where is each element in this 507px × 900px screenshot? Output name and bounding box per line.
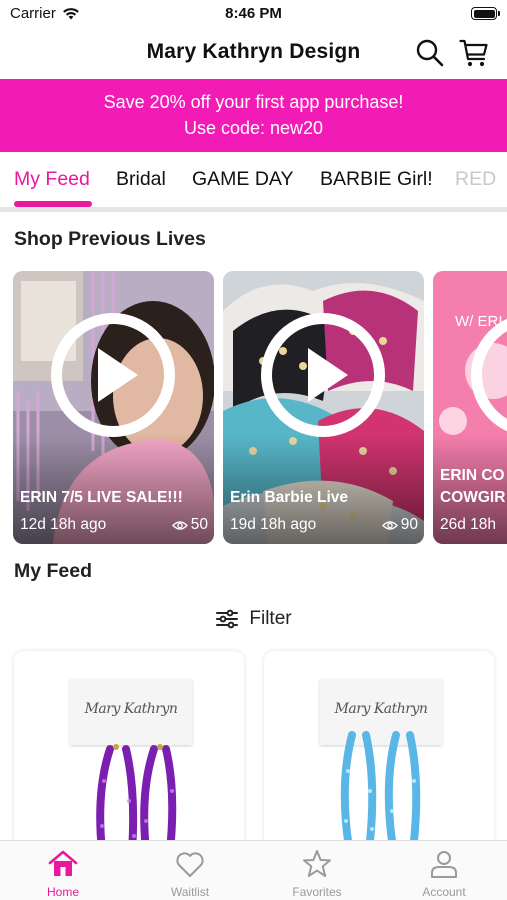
heart-icon — [176, 852, 204, 877]
live-view-count: 50 — [190, 516, 208, 533]
nav-waitlist-label: Waitlist — [170, 885, 210, 899]
cart-icon[interactable] — [459, 38, 489, 68]
live-title: ERIN 7/5 LIVE SALE!!! — [20, 489, 183, 506]
tab-barbie-girl[interactable]: BARBIE Girl! — [320, 168, 433, 191]
play-icon[interactable] — [51, 313, 175, 437]
nav-account[interactable]: Account — [381, 841, 507, 900]
category-tabs: My Feed Bridal GAME DAY BARBIE Girl! RED — [0, 152, 507, 208]
play-icon[interactable] — [261, 313, 385, 437]
tab-game-day[interactable]: GAME DAY — [192, 168, 294, 191]
promo-line-1: Save 20% off your first app purchase! — [103, 92, 404, 112]
live-time-ago: 26d 18h — [440, 516, 497, 533]
status-bar: Carrier 8:46 PM — [0, 0, 507, 28]
filter-label: Filter — [249, 608, 292, 629]
nav-favorites[interactable]: Favorites — [254, 841, 380, 900]
previous-lives-heading: Shop Previous Lives — [14, 228, 206, 250]
live-title: Erin Barbie Live — [230, 489, 349, 506]
bottom-nav: Home Waitlist Favorites Account — [0, 840, 507, 900]
tab-bridal[interactable]: Bridal — [116, 168, 166, 191]
search-icon[interactable] — [415, 38, 445, 68]
live-views: 50 — [171, 516, 208, 534]
product-image — [96, 744, 177, 851]
tabs-divider — [0, 207, 507, 212]
product-image — [340, 731, 421, 845]
live-card[interactable]: ERIN 7/5 LIVE SALE!!! 12d 18h ago 50 — [13, 271, 214, 544]
eye-icon — [381, 520, 398, 530]
live-views: 90 — [381, 516, 418, 534]
tab-my-feed[interactable]: My Feed — [14, 168, 90, 191]
nav-home[interactable]: Home — [0, 841, 126, 900]
product-card[interactable]: Mary Kathryn — [264, 651, 494, 851]
sliders-icon — [216, 609, 239, 629]
filter-button[interactable]: Filter — [0, 605, 507, 633]
tab-red[interactable]: RED — [455, 168, 496, 191]
live-card[interactable]: Erin Barbie Live 19d 18h ago 90 — [223, 271, 424, 544]
live-card[interactable]: W/ ERI ERIN CO COWGIR 26d 18h — [433, 271, 507, 544]
live-view-count: 90 — [400, 516, 418, 533]
live-title: ERIN CO — [440, 467, 505, 484]
nav-account-label: Account — [422, 885, 466, 899]
nav-waitlist[interactable]: Waitlist — [127, 841, 253, 900]
eye-icon — [171, 520, 188, 530]
app-header: Mary Kathryn Design — [0, 30, 507, 76]
status-time: 8:46 PM — [225, 5, 282, 22]
live-title-line-2: COWGIR — [440, 489, 506, 506]
my-feed-heading: My Feed — [14, 560, 93, 582]
live-time-ago: 19d 18h ago — [230, 516, 317, 533]
nav-favorites-label: Favorites — [292, 885, 342, 899]
nav-home-label: Home — [46, 885, 79, 899]
product-card[interactable]: Mary Kathryn — [14, 651, 244, 851]
home-icon — [48, 850, 78, 876]
person-icon — [431, 851, 457, 878]
battery-icon — [471, 7, 500, 20]
promo-line-2: Use code: new20 — [183, 118, 324, 138]
star-icon — [303, 850, 331, 877]
previous-lives-carousel[interactable]: ERIN 7/5 LIVE SALE!!! 12d 18h ago 50 Eri… — [0, 271, 507, 544]
promo-banner[interactable]: Save 20% off your first app purchase! Us… — [0, 79, 507, 152]
live-time-ago: 12d 18h ago — [20, 516, 107, 533]
